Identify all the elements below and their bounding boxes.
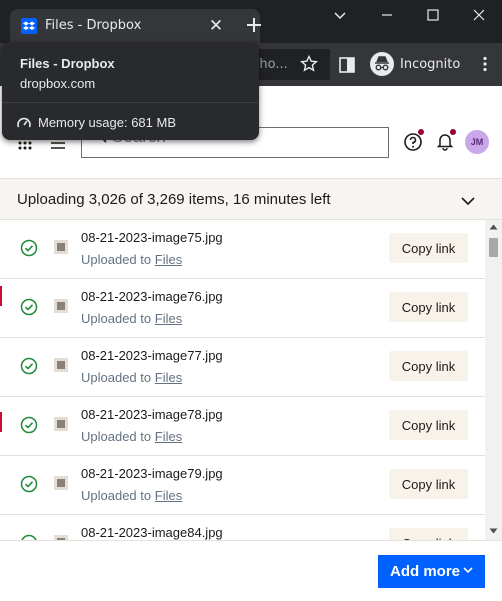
address-text: /ho... [255,57,288,72]
files-folder-link[interactable]: Files [155,488,182,503]
scroll-up-arrow-icon[interactable] [489,224,498,230]
upload-footer: Add more [0,540,502,601]
copy-link-button[interactable]: Copy link [389,351,468,381]
browser-tab[interactable]: Files - Dropbox ✕ [10,9,260,43]
copy-link-button[interactable]: Copy link [389,410,468,440]
files-folder-link[interactable]: Files [155,252,182,267]
files-folder-link[interactable]: Files [155,311,182,326]
help-notification-dot [418,129,424,135]
copy-link-button[interactable]: Copy link [389,469,468,499]
image-file-icon [54,240,68,254]
upload-location: Uploaded to Files [81,252,182,267]
dropbox-page: JM Uploading 3,026 of 3,269 items, 16 mi… [0,86,502,601]
upload-row: 08-21-2023-image79.jpg Uploaded to Files… [0,456,485,515]
image-file-icon [54,417,68,431]
file-name: 08-21-2023-image78.jpg [81,407,223,422]
maximize-icon[interactable] [410,0,456,30]
notification-dot [450,129,456,135]
upload-row: 08-21-2023-image84.jpg Uploaded to Files… [0,515,485,540]
memory-gauge-icon [17,117,31,128]
tab-title: Files - Dropbox [45,18,142,33]
upload-location-prefix: Uploaded to [81,252,152,267]
side-panel-icon[interactable] [338,56,356,74]
upload-location-prefix: Uploaded to [81,311,152,326]
upload-location: Uploaded to Files [81,370,182,385]
check-circle-icon [20,416,38,434]
upload-row: 08-21-2023-image75.jpg Uploaded to Files… [0,220,485,279]
copy-link-button[interactable]: Copy link [389,528,468,540]
memory-usage: Memory usage: 681 MB [38,115,177,130]
background-red-accent [0,286,2,306]
help-icon[interactable] [403,132,423,152]
browser-menu-icon[interactable] [476,55,494,73]
hover-card-divider [2,102,259,103]
upload-row: 08-21-2023-image76.jpg Uploaded to Files… [0,279,485,338]
file-name: 08-21-2023-image75.jpg [81,230,223,245]
check-circle-icon [20,357,38,375]
check-circle-icon [20,475,38,493]
upload-row: 08-21-2023-image78.jpg Uploaded to Files… [0,397,485,456]
scroll-thumb[interactable] [489,238,498,257]
hover-card-domain: dropbox.com [20,76,96,91]
upload-location-prefix: Uploaded to [81,370,152,385]
close-window-icon[interactable] [456,0,502,30]
upload-progress-banner[interactable]: Uploading 3,026 of 3,269 items, 16 minut… [0,178,502,220]
upload-location: Uploaded to Files [81,488,182,503]
upload-location: Uploaded to Files [81,311,182,326]
chevron-down-icon[interactable] [460,193,476,209]
add-more-label: Add more [390,563,461,580]
scroll-down-arrow-icon[interactable] [489,528,498,534]
upload-location-prefix: Uploaded to [81,429,152,444]
image-file-icon [54,299,68,313]
background-red-accent [0,412,2,432]
file-name: 08-21-2023-image77.jpg [81,348,223,363]
minimize-icon[interactable] [364,0,410,30]
files-folder-link[interactable]: Files [155,370,182,385]
image-file-icon [54,476,68,490]
upload-list: 08-21-2023-image75.jpg Uploaded to Files… [0,220,502,540]
image-file-icon [54,358,68,372]
copy-link-button[interactable]: Copy link [389,292,468,322]
tab-hover-card: Files - Dropbox dropbox.com Memory usage… [2,42,259,140]
hover-card-title: Files - Dropbox [20,56,115,71]
upload-status-text: Uploading 3,026 of 3,269 items, 16 minut… [17,191,331,208]
dropbox-logo-icon [21,18,37,34]
chevron-down-icon [463,567,473,574]
file-name: 08-21-2023-image84.jpg [81,525,223,540]
incognito-icon[interactable] [370,52,394,76]
copy-link-button[interactable]: Copy link [389,233,468,263]
file-name: 08-21-2023-image79.jpg [81,466,223,481]
add-more-button[interactable]: Add more [378,555,485,588]
incognito-label: Incognito [400,57,461,72]
files-folder-link[interactable]: Files [155,429,182,444]
tab-close-icon[interactable]: ✕ [206,16,226,36]
avatar[interactable]: JM [465,130,489,154]
check-circle-icon [20,298,38,316]
upload-list-scrollbar[interactable] [485,220,502,540]
file-name: 08-21-2023-image76.jpg [81,289,223,304]
bookmark-star-icon[interactable] [300,55,318,73]
upload-row: 08-21-2023-image77.jpg Uploaded to Files… [0,338,485,397]
tab-search-icon[interactable] [318,0,364,30]
upload-location-prefix: Uploaded to [81,488,152,503]
browser-titlebar: Files - Dropbox ✕ [0,0,502,43]
upload-location: Uploaded to Files [81,429,182,444]
new-tab-icon[interactable] [243,14,265,36]
check-circle-icon [20,239,38,257]
